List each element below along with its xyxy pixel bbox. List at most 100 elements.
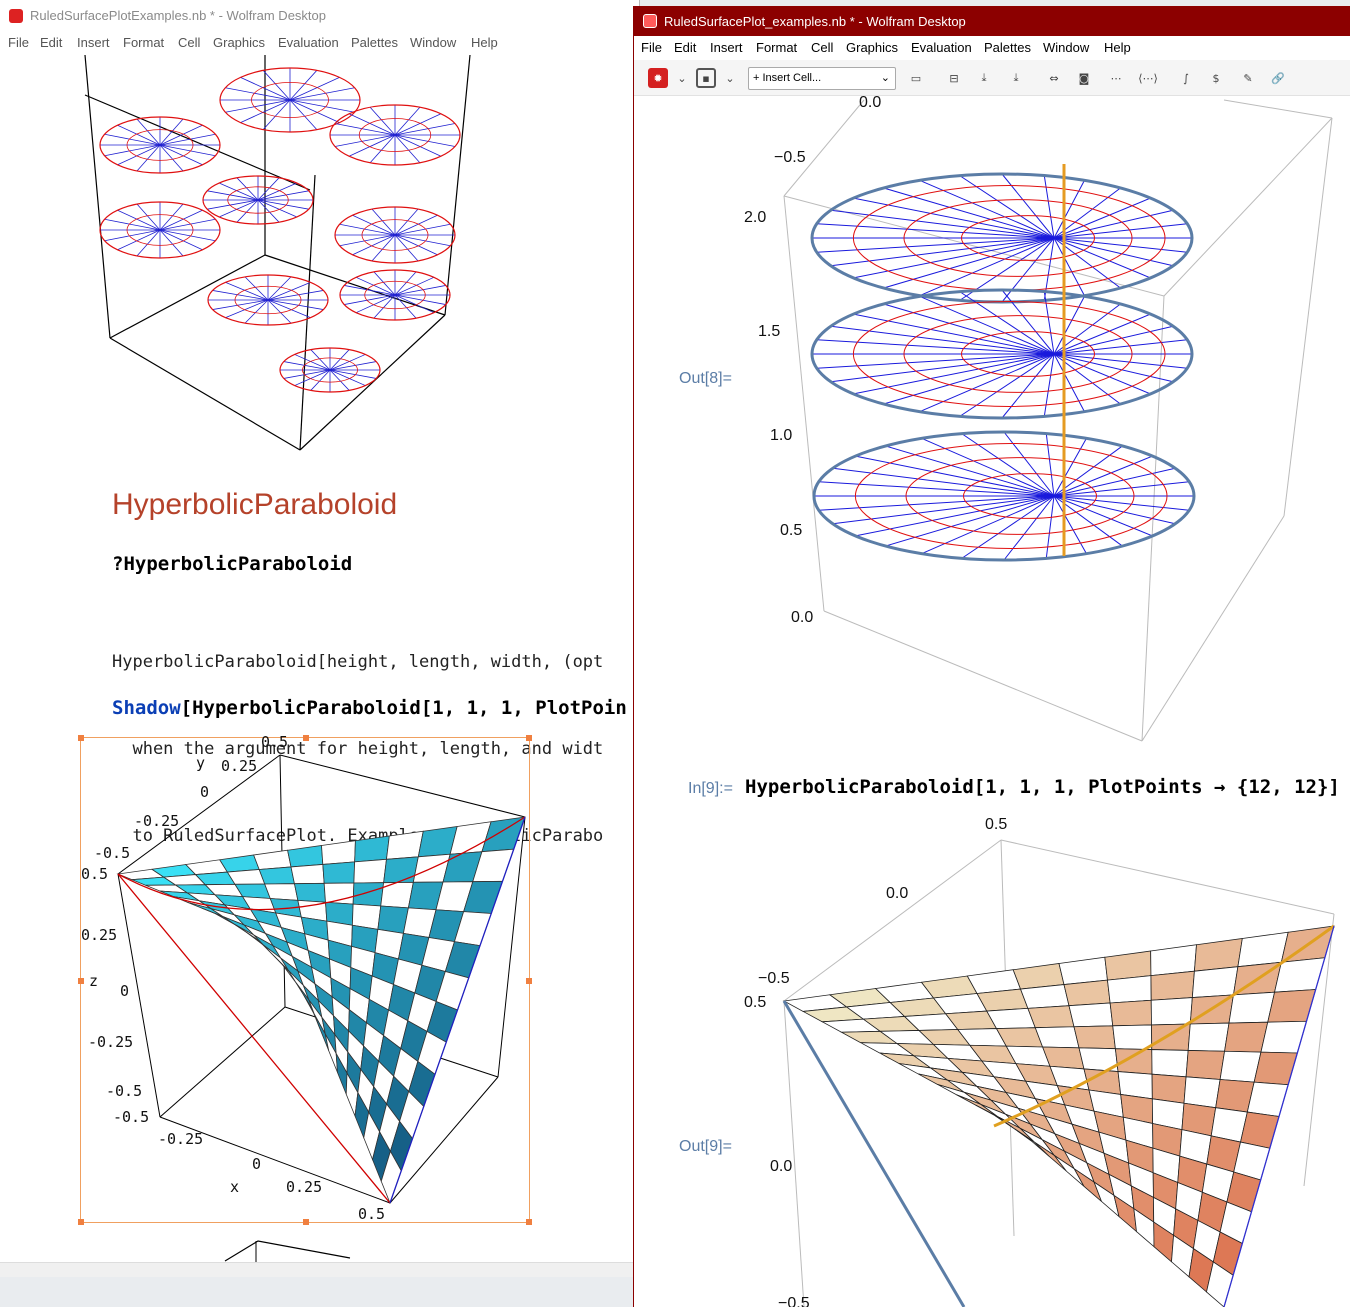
x-tick: -0.25 — [158, 1130, 204, 1148]
section-title: HyperbolicParaboloid — [112, 488, 398, 521]
menu-graphics[interactable]: Graphics — [846, 40, 898, 55]
menu-cell[interactable]: Cell — [178, 35, 200, 50]
cell-bracket-icon[interactable]: ▭ — [906, 68, 926, 88]
surface-patch — [1151, 1073, 1187, 1104]
surface-patch — [1068, 1002, 1114, 1028]
insert-in-icon[interactable]: ⤓ — [974, 68, 994, 88]
menu-edit[interactable]: Edit — [40, 35, 62, 50]
menu-edit[interactable]: Edit — [674, 40, 696, 55]
tex-icon[interactable]: $ — [1206, 68, 1226, 88]
chevron-down-icon[interactable]: ⌄ — [672, 68, 692, 88]
helix-spoke — [355, 294, 396, 314]
shadow-args: [HyperbolicParaboloid[1, 1, 1, PlotPoin — [180, 697, 627, 719]
ellipsis-icon[interactable]: ⋯ — [1106, 68, 1126, 88]
frame-icon[interactable]: ◙ — [1074, 68, 1094, 88]
helix-spoke — [394, 234, 438, 256]
helix-spoke — [883, 187, 1055, 239]
helix-plot[interactable] — [634, 96, 1350, 746]
helix-spoke — [225, 299, 269, 319]
math-input-icon[interactable]: ∫ — [1176, 68, 1196, 88]
surface-patch — [293, 882, 326, 903]
paraboloid-tick: 0.0 — [886, 885, 909, 902]
chevron-down-icon: ⌄ — [880, 72, 890, 84]
menu-file[interactable]: File — [8, 35, 29, 50]
menu-evaluation[interactable]: Evaluation — [278, 35, 339, 50]
helix-spoke — [394, 276, 435, 296]
insert-out-icon[interactable]: ⤓ — [1006, 68, 1026, 88]
surface-patch — [352, 882, 385, 907]
surface-patch — [353, 858, 387, 884]
menu-format[interactable]: Format — [123, 35, 164, 50]
surface-patch — [258, 866, 295, 885]
menu-format[interactable]: Format — [756, 40, 797, 55]
helix-spoke — [1003, 431, 1055, 497]
helix-spoke — [348, 134, 396, 157]
helix-spoke — [329, 354, 366, 371]
in9-input-cell[interactable]: HyperbolicParaboloid[1, 1, 1, PlotPoints… — [745, 776, 1340, 798]
surface-patch — [1034, 1026, 1080, 1049]
x-axis-label: x — [230, 1178, 240, 1196]
helix-spoke — [883, 303, 1055, 355]
evaluate-gear-icon[interactable]: ✹ — [648, 68, 668, 88]
menu-help[interactable]: Help — [471, 35, 498, 50]
surface-patch — [1104, 950, 1152, 981]
surface-patch — [1246, 1081, 1289, 1117]
shadow-input-cell[interactable]: Shadow[HyperbolicParaboloid[1, 1, 1, Plo… — [112, 697, 639, 719]
z-tick: 0 — [120, 982, 130, 1000]
link-icon[interactable]: 🔗 — [1268, 68, 1288, 88]
surface-patch — [1019, 984, 1070, 1009]
z-axis-label: z — [89, 972, 99, 990]
menu-window[interactable]: Window — [410, 35, 456, 50]
surface-patch — [1253, 1051, 1298, 1086]
right-title-bar[interactable]: RuledSurfacePlot_examples.nb * - Wolfram… — [634, 6, 1350, 36]
paraboloid-plot[interactable] — [634, 826, 1350, 1307]
y-tick: 0 — [200, 783, 210, 801]
menu-evaluation[interactable]: Evaluation — [911, 40, 972, 55]
surface-patch — [321, 840, 356, 865]
helix-spoke — [117, 229, 161, 251]
helix-tick: −0.5 — [774, 149, 806, 166]
chevron-down-icon[interactable]: ⌄ — [720, 68, 740, 88]
horizontal-scrollbar[interactable] — [0, 1262, 639, 1277]
pen-icon[interactable]: ✎ — [1238, 68, 1258, 88]
insert-cell-dropdown[interactable]: + Insert Cell... ⌄ — [748, 67, 896, 90]
expand-icon[interactable]: ⇔ — [1044, 68, 1064, 88]
group-cells-icon[interactable]: ⊟ — [944, 68, 964, 88]
surface-patch — [1107, 975, 1152, 1004]
paraboloid-tick: 0.5 — [744, 994, 767, 1011]
menu-help[interactable]: Help — [1104, 40, 1131, 55]
surface-patch — [1151, 1023, 1191, 1051]
surface-patch — [1027, 1005, 1075, 1029]
left-helix-graphic[interactable] — [0, 50, 640, 460]
helix-tick: 0.5 — [780, 522, 803, 539]
menu-file[interactable]: File — [641, 40, 662, 55]
helix-tick: 1.0 — [770, 427, 793, 444]
surface-patch — [1151, 1049, 1189, 1078]
menu-cell[interactable]: Cell — [811, 40, 833, 55]
surface-patch — [219, 854, 260, 873]
helix-spoke — [159, 229, 203, 251]
menu-graphics[interactable]: Graphics — [213, 35, 265, 50]
left-title-bar[interactable]: RuledSurfacePlotExamples.nb * - Wolfram … — [0, 0, 639, 32]
helix-spoke — [1053, 313, 1151, 355]
out9-label: Out[9]= — [679, 1138, 732, 1155]
menu-palettes[interactable]: Palettes — [984, 40, 1031, 55]
helix-spoke — [394, 113, 442, 136]
iconize-icon[interactable]: ⟨⋯⟩ — [1138, 68, 1158, 88]
menu-insert[interactable]: Insert — [77, 35, 110, 50]
abort-icon[interactable]: ▪ — [696, 68, 716, 88]
surface-patch — [1228, 991, 1276, 1024]
y-tick: -0.25 — [134, 812, 180, 830]
surface-patch — [976, 988, 1029, 1012]
helix-spoke — [117, 124, 161, 146]
x-tick: 0.25 — [286, 1178, 323, 1196]
helix-spoke — [267, 299, 311, 319]
menu-window[interactable]: Window — [1043, 40, 1089, 55]
helix-spoke — [294, 354, 331, 371]
menu-palettes[interactable]: Palettes — [351, 35, 398, 50]
helix-spoke — [289, 99, 340, 123]
query-input-cell[interactable]: ?HyperbolicParaboloid — [112, 553, 352, 575]
helix-spoke — [1053, 223, 1188, 239]
menu-insert[interactable]: Insert — [710, 40, 743, 55]
helix-spoke — [352, 234, 396, 256]
